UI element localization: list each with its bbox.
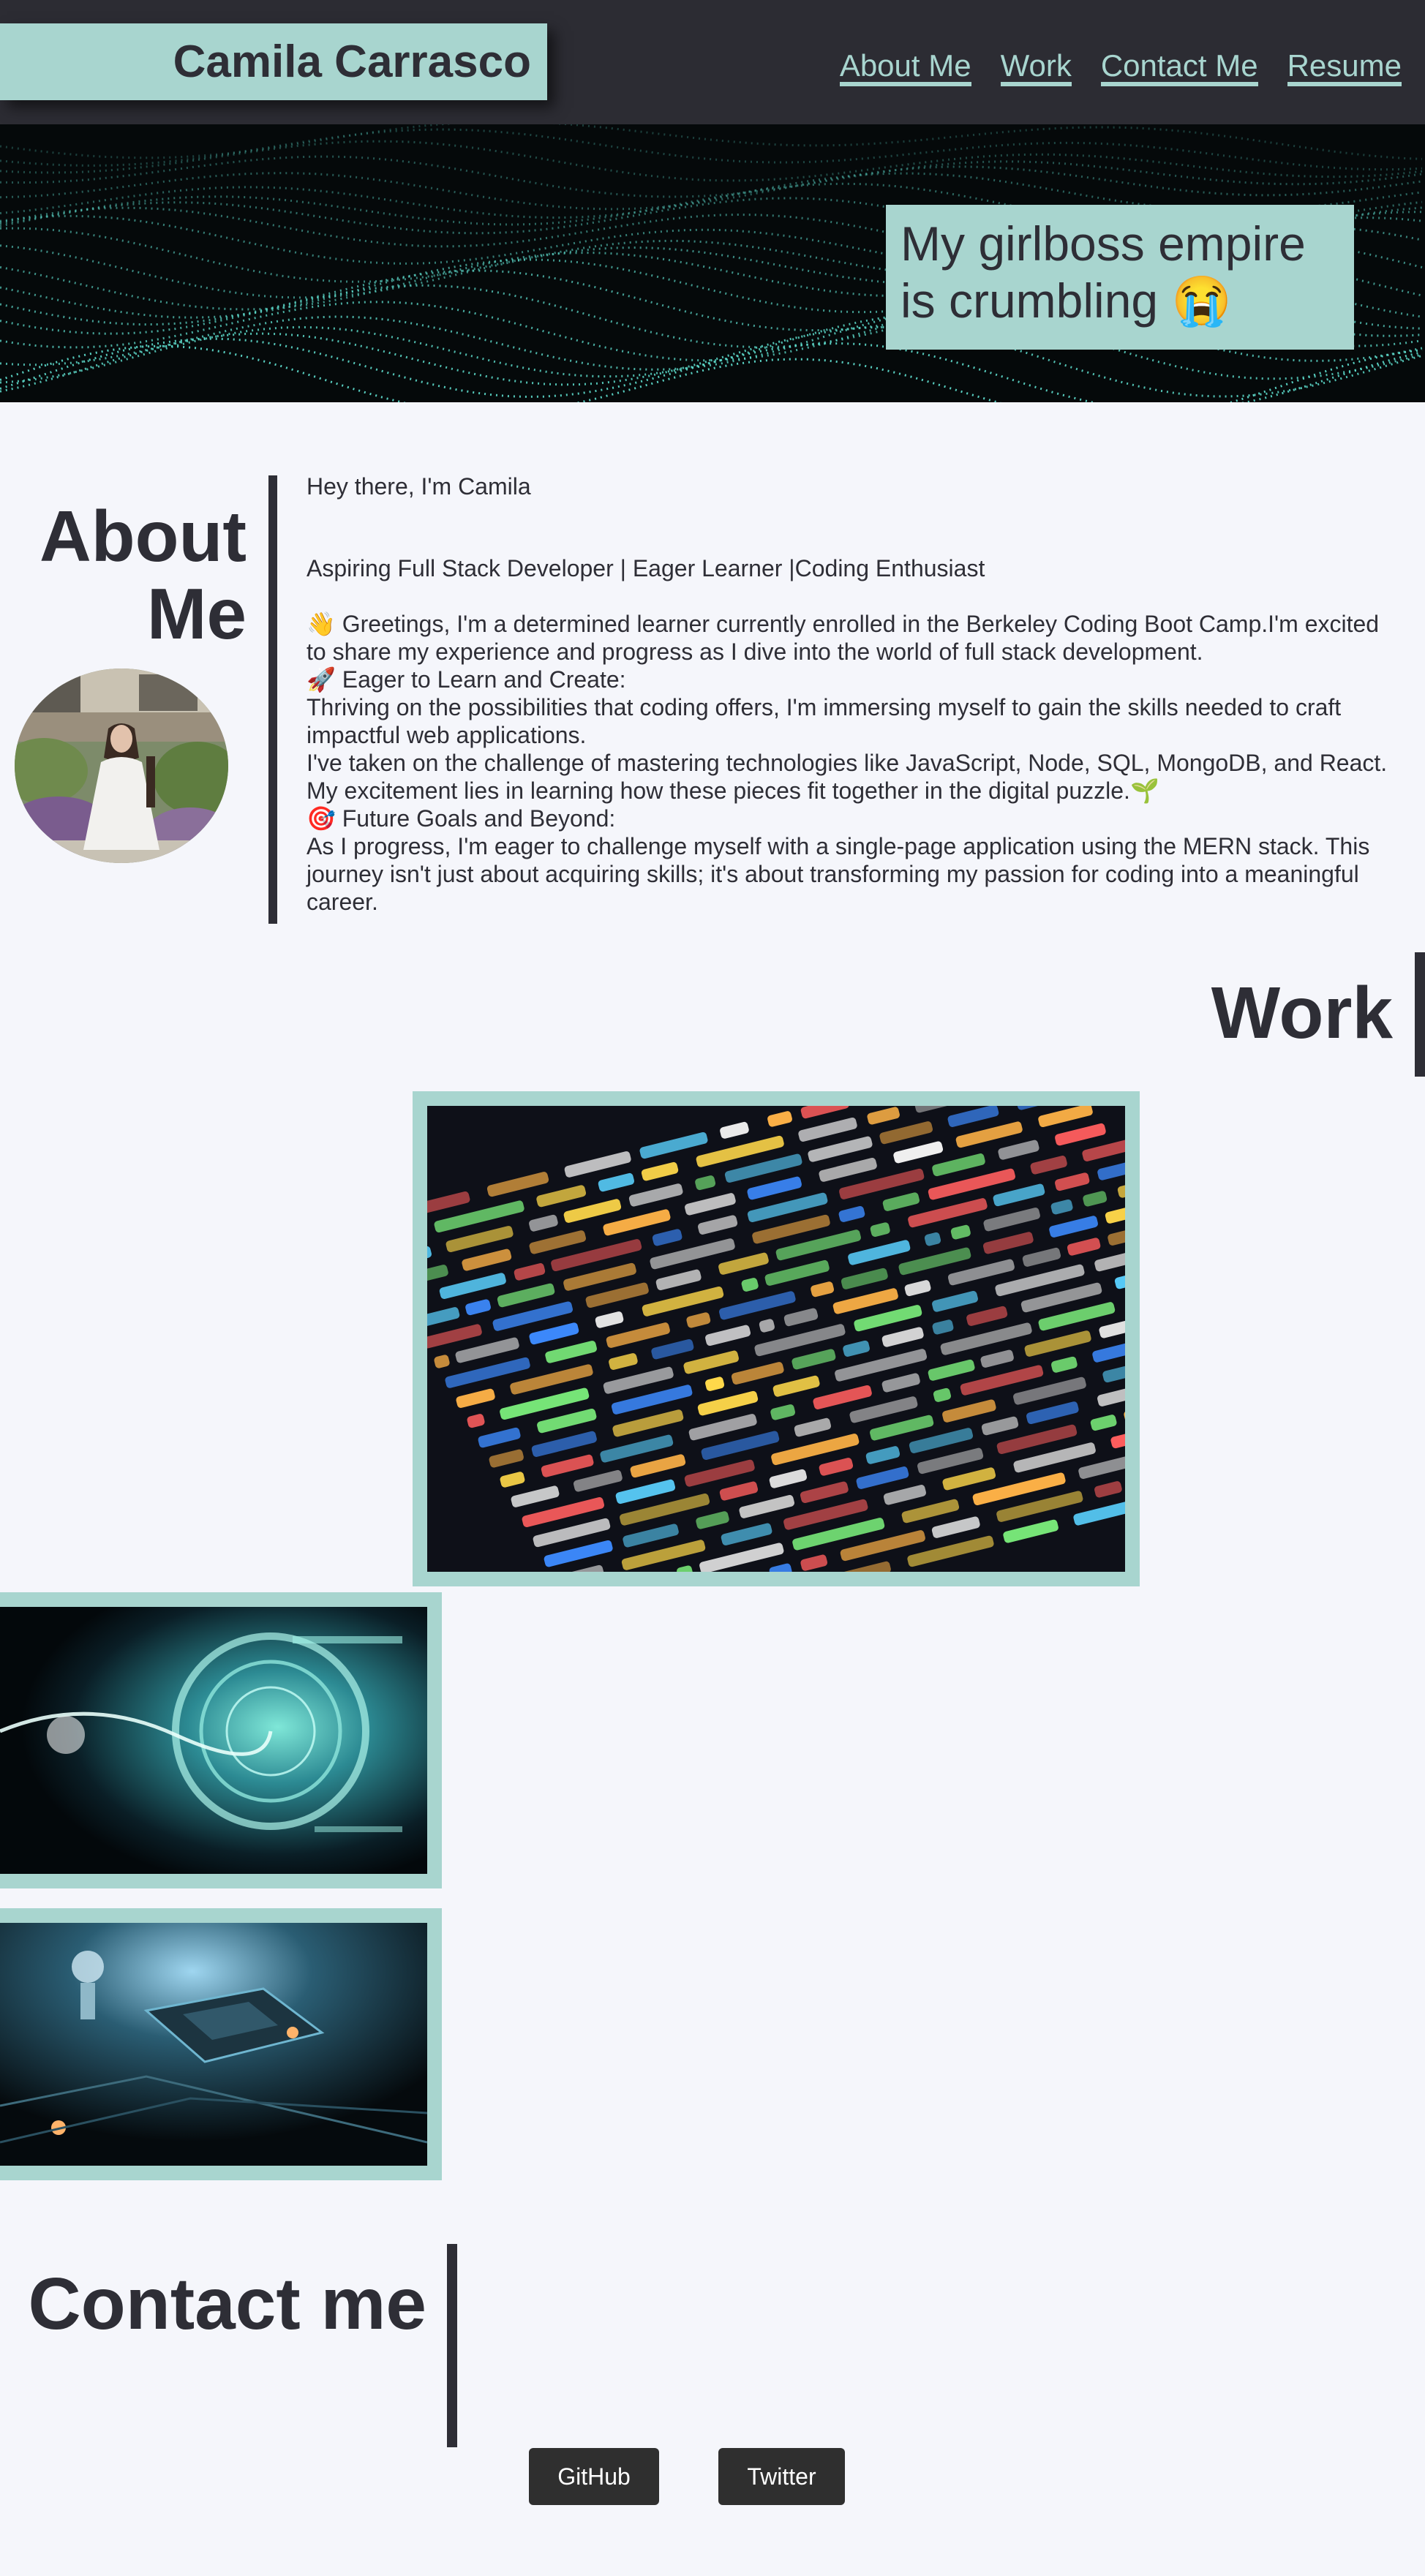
about-line: Thriving on the possibilities that codin… xyxy=(307,694,1342,748)
work-heading: Work xyxy=(1211,972,1393,1054)
nav-link-contact[interactable]: Contact Me xyxy=(1100,49,1258,87)
about-line: 🎯 Future Goals and Beyond: xyxy=(307,805,616,832)
about-body: Hey there, I'm Camila Aspiring Full Stac… xyxy=(307,472,1389,916)
site-title: Camila Carrasco xyxy=(0,23,547,100)
nav-link-work[interactable]: Work xyxy=(1000,49,1072,87)
about-line: 🚀 Eager to Learn and Create: xyxy=(307,666,626,693)
nav-link-about[interactable]: About Me xyxy=(839,49,971,87)
twitter-button[interactable]: Twitter xyxy=(718,2448,845,2505)
about-divider xyxy=(268,475,277,924)
hero-tagline: My girlboss empire is crumbling 😭 xyxy=(886,205,1354,350)
github-button[interactable]: GitHub xyxy=(529,2448,659,2505)
about-line: I've taken on the challenge of mastering… xyxy=(307,750,1388,804)
contact-heading: Contact me xyxy=(28,2263,426,2345)
about-line: As I progress, I'm eager to challenge my… xyxy=(307,833,1370,915)
profile-photo xyxy=(15,669,228,863)
about-greeting: Hey there, I'm Camila xyxy=(307,473,531,500)
site-header: Camila Carrasco About Me Work Contact Me… xyxy=(0,0,1425,124)
tech-circle-image xyxy=(0,1607,427,1874)
work-project-card[interactable] xyxy=(0,1908,442,2180)
about-subtitle: Aspiring Full Stack Developer | Eager Le… xyxy=(307,555,985,581)
code-screenshot-image xyxy=(427,1106,1125,1572)
main-nav: About Me Work Contact Me Resume xyxy=(839,49,1402,87)
work-project-card[interactable] xyxy=(0,1592,442,1888)
nav-link-resume[interactable]: Resume xyxy=(1287,49,1402,87)
work-project-card[interactable] xyxy=(413,1091,1140,1586)
contact-divider xyxy=(447,2244,457,2447)
about-line: 👋 Greetings, I'm a determined learner cu… xyxy=(307,611,1380,665)
about-heading: About Me xyxy=(40,496,247,654)
work-divider xyxy=(1415,952,1425,1077)
robot-chip-image xyxy=(0,1923,427,2166)
